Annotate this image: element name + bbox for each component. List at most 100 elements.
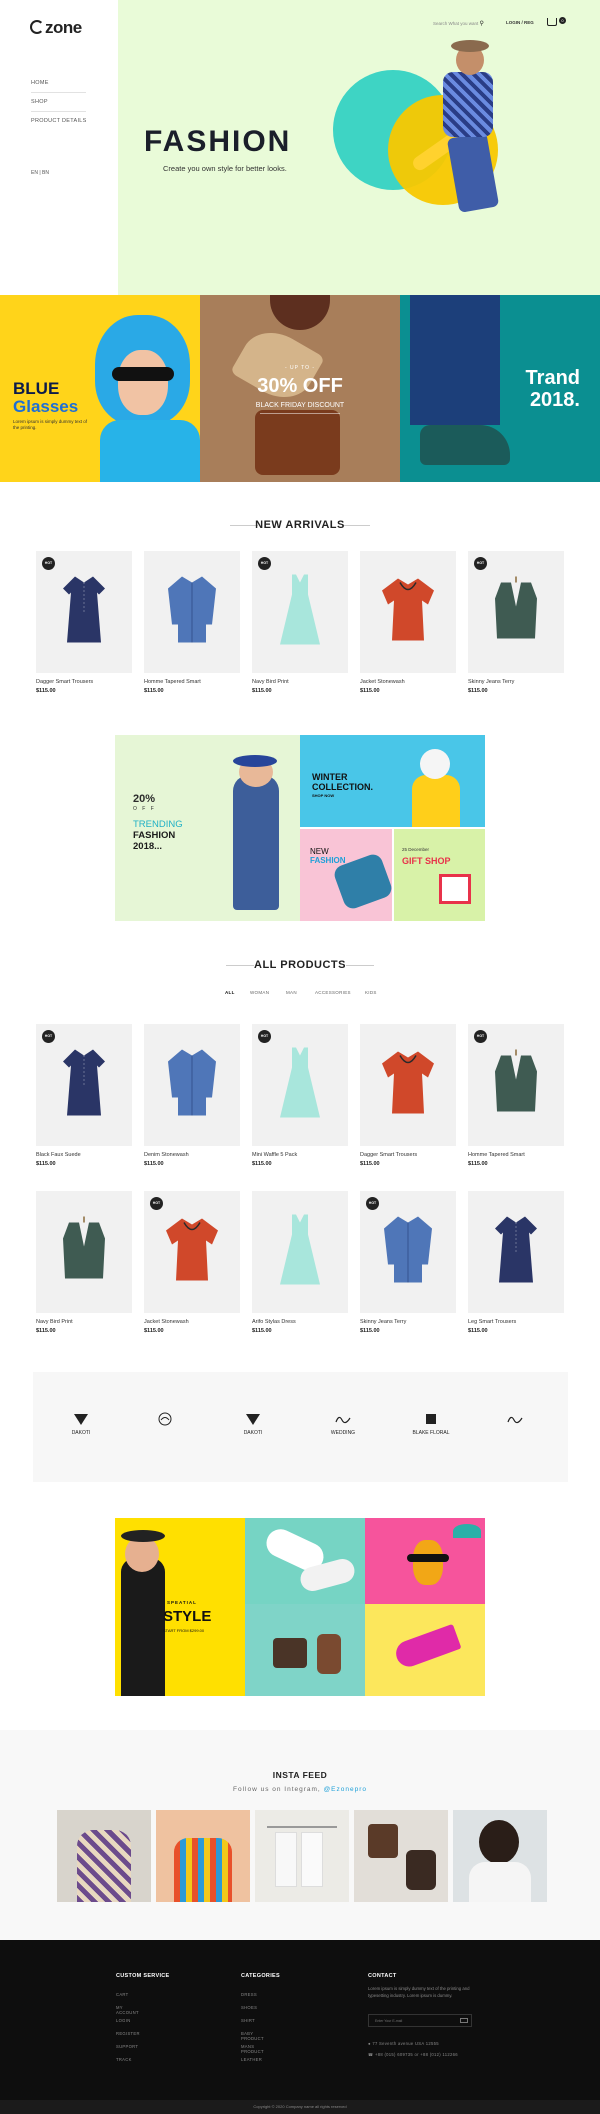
brand-logo[interactable] [145,1412,185,1438]
footer-link[interactable]: REGISTER [116,2031,140,2036]
collage-heels[interactable] [365,1604,485,1696]
insta-photo[interactable] [255,1810,349,1902]
login-link[interactable]: LOGIN / REG [506,20,534,25]
product-card[interactable]: Denim Stonewash $115.00 [144,1024,240,1167]
tab-man[interactable]: MAN [286,990,297,995]
tab-kids[interactable]: KIDS [365,990,377,995]
footer-link[interactable]: MY ACCOUNT [116,2005,139,2015]
phone-icon: ☎ [368,2052,374,2057]
promo-winter-collection[interactable]: WINTER COLLECTION. SHOP NOW [300,735,485,827]
product-card[interactable]: HOT Black Faux Suede $115.00 [36,1024,132,1167]
tab-woman[interactable]: WOMAN [250,990,269,995]
sidebar-item-home[interactable]: HOME [31,80,49,86]
product-card[interactable]: Leg Smart Trousers $115.00 [468,1191,564,1334]
product-card[interactable]: HOT Dagger Smart Trousers $115.00 [36,551,132,694]
footer-link[interactable]: LEATHER [241,2057,262,2062]
product-name[interactable]: Black Faux Suede [36,1152,132,1158]
product-card[interactable]: HOT Navy Bird Print $115.00 [252,551,348,694]
insta-photo[interactable] [354,1810,448,1902]
product-image[interactable] [468,1191,564,1313]
promo-trending[interactable]: 20% O F F TRENDING FASHION 2018... [115,735,300,921]
brand-logo[interactable]: DAKOTI [61,1412,101,1438]
brand-logo[interactable]: BLAKE FLORAL [411,1412,451,1438]
footer-link[interactable]: LOGIN [116,2018,131,2023]
mail-icon[interactable] [460,2018,468,2023]
tab-all[interactable]: ALL [225,990,235,995]
product-image[interactable] [36,1191,132,1313]
product-image[interactable]: HOT [252,1024,348,1146]
collage-accessories[interactable] [245,1604,365,1696]
product-name[interactable]: Denim Stonewash [144,1152,240,1158]
footer-link[interactable]: MANS PRODUCT [241,2044,264,2054]
brand-logo[interactable] [495,1412,535,1438]
product-image[interactable]: HOT [36,1024,132,1146]
product-name[interactable]: Dagger Smart Trousers [360,1152,456,1158]
product-card[interactable]: Dagger Smart Trousers $115.00 [360,1024,456,1167]
banner-trend-2018[interactable]: Trand 2018. [400,295,600,482]
product-name[interactable]: Jacket Stonewash [360,679,456,685]
banner-blue-glasses[interactable]: BLUE Glasses Lorem ipsum is simply dummy … [0,295,200,482]
footer-link[interactable]: SUPPORT [116,2044,138,2049]
product-card[interactable]: Navy Bird Print $115.00 [36,1191,132,1334]
search-input[interactable]: Search What you want ⚲ [433,20,484,27]
product-name[interactable]: Navy Bird Print [252,679,348,685]
language-switcher[interactable]: EN | BN [31,170,49,176]
product-image[interactable] [360,1024,456,1146]
product-image[interactable] [360,551,456,673]
product-card[interactable]: Arifo Stylas Dress $115.00 [252,1191,348,1334]
product-image[interactable]: HOT [252,551,348,673]
promo-gift-shop[interactable]: 25 December GIFT SHOP [394,829,485,921]
footer-link[interactable]: SHOES [241,2005,257,2010]
product-card[interactable]: HOT Jacket Stonewash $115.00 [144,1191,240,1334]
product-card[interactable]: HOT Skinny Jeans Terry $115.00 [468,551,564,694]
product-image[interactable]: HOT [36,551,132,673]
promo-special-style[interactable]: SPEATIAL STYLE START FROM $299.00 [115,1518,245,1696]
product-image[interactable] [144,551,240,673]
product-card[interactable]: HOT Homme Tapered Smart $115.00 [468,1024,564,1167]
newsletter-email-input[interactable] [368,2014,472,2027]
shirt-image [166,575,218,650]
cart-icon[interactable] [547,18,557,26]
insta-photo[interactable] [453,1810,547,1902]
promo-new-fashion[interactable]: NEW FASHION [300,829,395,921]
footer-link[interactable]: SHIRT [241,2018,255,2023]
brand-logo[interactable]: DAKOTI [233,1412,273,1438]
product-name[interactable]: Mini Waffle 5 Pack [252,1152,348,1158]
search-icon[interactable]: ⚲ [480,21,484,27]
product-image[interactable] [144,1024,240,1146]
product-image[interactable]: HOT [144,1191,240,1313]
product-card[interactable]: HOT Mini Waffle 5 Pack $115.00 [252,1024,348,1167]
product-image[interactable] [252,1191,348,1313]
product-name[interactable]: Dagger Smart Trousers [36,679,132,685]
banner-black-friday[interactable]: - UP TO - 30% OFF BLACK FRIDAY DISCOUNT [200,295,400,482]
product-image[interactable]: HOT [468,551,564,673]
product-card[interactable]: Homme Tapered Smart $115.00 [144,551,240,694]
footer-link[interactable]: DRESS [241,1992,257,1997]
product-name[interactable]: Skinny Jeans Terry [468,679,564,685]
insta-photo[interactable] [57,1810,151,1902]
collage-pineapple[interactable] [365,1518,485,1604]
brand-logo[interactable]: WEDDING [323,1412,363,1438]
product-card[interactable]: Jacket Stonewash $115.00 [360,551,456,694]
sidebar-item-shop[interactable]: SHOP [31,99,48,105]
collage-sneakers[interactable] [245,1518,365,1604]
footer-link[interactable]: CART [116,1992,129,1997]
footer-link[interactable]: BABY PRODUCT [241,2031,264,2041]
insta-handle-link[interactable]: @Ezonepro [324,1786,367,1793]
logo[interactable]: zone [30,18,82,38]
shop-now-link[interactable]: SHOP NOW [312,793,334,798]
tab-accessories[interactable]: ACCESSORIES [315,990,351,995]
product-name[interactable]: Arifo Stylas Dress [252,1319,348,1325]
product-name[interactable]: Jacket Stonewash [144,1319,240,1325]
sidebar-item-product-details[interactable]: PRODUCT DETAILS [31,118,87,124]
product-image[interactable]: HOT [360,1191,456,1313]
product-image[interactable]: HOT [468,1024,564,1146]
footer-link[interactable]: TRACK [116,2057,132,2062]
product-name[interactable]: Homme Tapered Smart [144,679,240,685]
product-name[interactable]: Navy Bird Print [36,1319,132,1325]
product-name[interactable]: Skinny Jeans Terry [360,1319,456,1325]
product-name[interactable]: Homme Tapered Smart [468,1152,564,1158]
product-name[interactable]: Leg Smart Trousers [468,1319,564,1325]
product-card[interactable]: HOT Skinny Jeans Terry $115.00 [360,1191,456,1334]
insta-photo[interactable] [156,1810,250,1902]
